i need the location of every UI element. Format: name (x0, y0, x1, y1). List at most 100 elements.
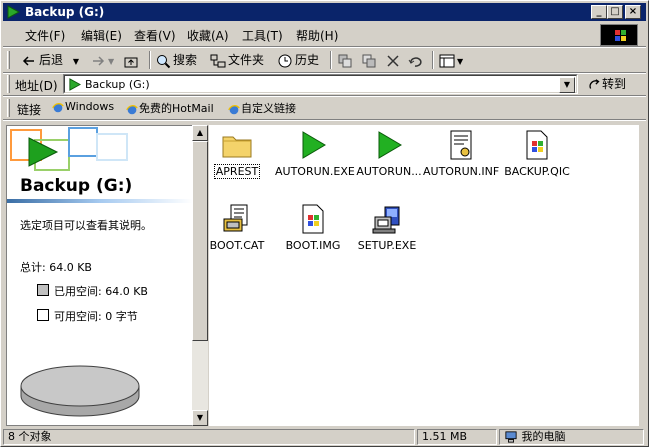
toolbar-separator (432, 51, 434, 69)
windows-file-icon (526, 130, 548, 160)
drive-banner-icon (10, 127, 128, 171)
search-icon (157, 54, 171, 68)
forward-button[interactable]: ▼ (90, 51, 114, 69)
links-label: 链接 (17, 103, 42, 117)
address-grip[interactable] (7, 75, 10, 93)
menu-file[interactable]: 文件(F) (25, 27, 65, 44)
links-bar: 链接 Windows 免费的HotMail 自定义链接 (3, 97, 646, 119)
delete-x-icon (387, 54, 399, 67)
up-folder-icon (124, 57, 138, 67)
file-list: APREST AUTORUN.EXE AUTORUN... AUTORUN.IN… (209, 125, 639, 426)
file-item[interactable]: AUTORUN.EXE (275, 129, 355, 178)
green-arrow-icon (378, 131, 402, 159)
folders-button[interactable]: 文件夹 (210, 51, 264, 69)
address-input[interactable]: Backup (G:) ▼ (63, 74, 578, 94)
free-space-swatch (37, 309, 49, 321)
address-bar: 地址(D) Backup (G:) ▼ 转到 (3, 73, 646, 95)
links-grip[interactable] (7, 99, 10, 117)
window-title: Backup (G:) (25, 5, 105, 19)
catalog-file-icon (223, 204, 248, 232)
setup-icon (372, 206, 400, 234)
green-arrow-icon (302, 131, 326, 159)
undo-icon (408, 56, 422, 67)
windows-file-icon (302, 204, 324, 234)
back-button[interactable]: 后退 ▼ (21, 51, 79, 69)
move-to-button[interactable] (337, 51, 355, 69)
file-item[interactable]: APREST (199, 129, 275, 179)
ie-page-icon (126, 105, 138, 115)
toolbar-separator (149, 51, 151, 69)
menu-help[interactable]: 帮助(H) (296, 27, 338, 44)
menu-view[interactable]: 查看(V) (134, 27, 176, 44)
folders-label: 文件夹 (228, 53, 265, 67)
file-item[interactable]: AUTORUN.INF (423, 129, 499, 178)
menu-favorites[interactable]: 收藏(A) (187, 27, 229, 44)
go-button[interactable]: 转到 (588, 75, 626, 92)
file-name: AUTORUN.EXE (275, 165, 355, 178)
status-size: 1.51 MB (417, 429, 497, 445)
minimize-button[interactable]: _ (591, 5, 607, 19)
search-button[interactable]: 搜索 (155, 51, 197, 69)
scroll-down-button[interactable]: ▼ (192, 410, 208, 426)
title-bar[interactable]: Backup (G:) _ □ × (3, 3, 646, 21)
file-name: BACKUP.QIC (504, 165, 570, 178)
menu-edit[interactable]: 编辑(E) (81, 27, 122, 44)
status-bar: 8 个对象 1.51 MB 我的电脑 (3, 429, 646, 446)
close-button[interactable]: × (625, 5, 641, 19)
go-arrow-icon (589, 78, 600, 89)
file-name: AUTORUN... (356, 165, 422, 178)
file-item[interactable]: SETUP.EXE (349, 203, 425, 252)
views-dropdown-icon[interactable]: ▼ (457, 57, 463, 66)
address-dropdown-button[interactable]: ▼ (559, 77, 575, 93)
toolbar-grip[interactable] (7, 51, 10, 69)
address-value: Backup (G:) (85, 78, 150, 91)
history-label: 历史 (295, 53, 320, 67)
pane-title-underline (7, 199, 193, 203)
disk-usage-pie (20, 365, 140, 417)
pane-title: Backup (G:) (20, 176, 133, 196)
windows-logo-icon (600, 24, 638, 46)
file-name: BOOT.IMG (285, 239, 341, 252)
status-zone-label: 我的电脑 (521, 430, 566, 443)
ie-page-icon (228, 105, 240, 115)
copy-to-button[interactable] (361, 51, 379, 69)
up-folder-button[interactable] (123, 51, 141, 69)
back-dropdown-icon[interactable]: ▼ (73, 57, 79, 66)
copy-to-icon (362, 54, 376, 67)
delete-button[interactable] (385, 51, 403, 69)
views-button[interactable]: ▼ (439, 51, 463, 69)
back-label: 后退 (39, 53, 64, 67)
file-item[interactable]: BACKUP.QIC (499, 129, 575, 178)
maximize-button[interactable]: □ (607, 5, 623, 19)
used-space: 已用空间: 64.0 KB (54, 285, 148, 298)
file-item[interactable]: BOOT.IMG (275, 203, 351, 252)
link-custom[interactable]: 自定义链接 (227, 100, 296, 116)
my-computer-icon (505, 431, 517, 443)
forward-arrow-icon (93, 55, 105, 66)
link-hotmail[interactable]: 免费的HotMail (125, 100, 214, 116)
back-arrow-icon (22, 55, 34, 66)
total-capacity: 总计: 64.0 KB (20, 261, 92, 274)
menu-tools[interactable]: 工具(T) (242, 27, 283, 44)
forward-dropdown-icon[interactable]: ▼ (108, 57, 114, 66)
link-windows[interactable]: Windows (51, 100, 114, 114)
folders-icon (210, 54, 226, 67)
free-space: 可用空间: 0 字节 (54, 310, 138, 323)
settings-file-icon (450, 130, 472, 160)
explorer-window: Backup (G:) _ □ × 文件(F) 编辑(E) 查看(V) 收藏(A… (0, 0, 649, 447)
history-button[interactable]: 历史 (277, 51, 319, 69)
views-icon (439, 54, 455, 67)
file-name: APREST (213, 164, 261, 179)
file-item[interactable]: BOOT.CAT (199, 203, 275, 252)
status-zone: 我的电脑 (499, 429, 644, 445)
link-windows-label: Windows (65, 100, 115, 113)
drive-arrow-icon (7, 5, 20, 19)
undo-button[interactable] (407, 51, 425, 69)
drive-arrow-icon (69, 78, 81, 91)
address-label: 地址(D) (15, 79, 58, 93)
file-name: BOOT.CAT (209, 239, 265, 252)
file-item[interactable]: AUTORUN... (351, 129, 427, 178)
move-to-icon (338, 54, 352, 67)
toolbar-separator (330, 51, 332, 69)
link-custom-label: 自定义链接 (241, 102, 296, 115)
